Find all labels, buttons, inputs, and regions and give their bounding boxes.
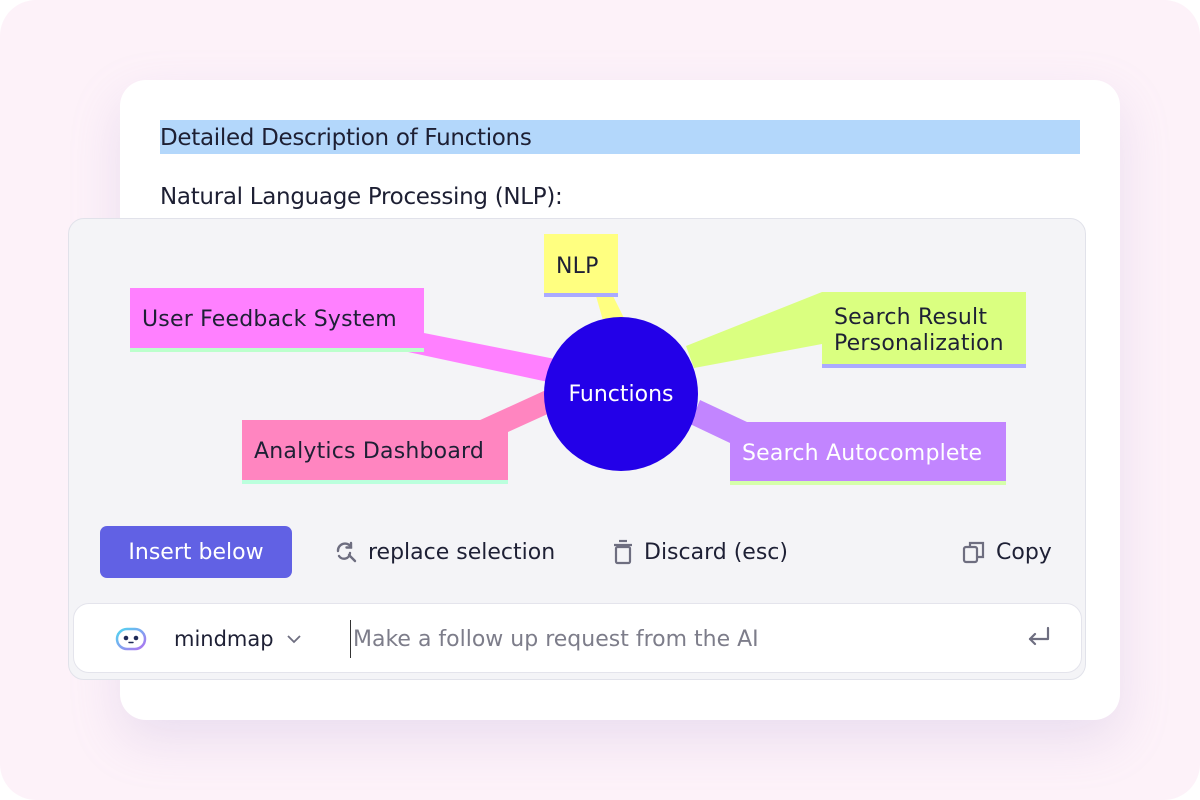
- node-label: Search Autocomplete: [742, 441, 983, 466]
- replace-search-icon: [336, 541, 357, 563]
- chevron-down-icon: [286, 635, 301, 644]
- center-node-label: Functions: [568, 381, 674, 407]
- replace-selection-button[interactable]: replace selection: [334, 526, 555, 578]
- node-label-line-2: Personalization: [834, 331, 1004, 356]
- copy-button[interactable]: Copy: [962, 526, 1052, 578]
- selected-heading[interactable]: Detailed Description of Functions: [160, 120, 1080, 154]
- node-label: User Feedback System: [142, 307, 397, 332]
- discard-label: Discard (esc): [644, 539, 788, 565]
- copy-icon: [962, 541, 985, 564]
- mindmap-node-analytics-dashboard[interactable]: Analytics Dashboard: [242, 420, 508, 484]
- node-label-line-1: Search Result: [834, 305, 988, 330]
- follow-up-prompt-input[interactable]: [350, 620, 975, 658]
- section-heading[interactable]: Natural Language Processing (NLP):: [160, 180, 563, 214]
- discard-button[interactable]: Discard (esc): [612, 526, 788, 578]
- mindmap-node-user-feedback-system[interactable]: User Feedback System: [130, 288, 424, 352]
- enter-submit-icon[interactable]: [1026, 626, 1052, 648]
- replace-selection-label: replace selection: [368, 539, 556, 565]
- trash-icon: [614, 539, 632, 565]
- mindmap-node-search-result-personalization[interactable]: Search Result Personalization: [822, 292, 1026, 368]
- copy-label: Copy: [996, 539, 1052, 565]
- mindmap-center-node[interactable]: Functions: [544, 317, 698, 471]
- node-label: Analytics Dashboard: [254, 439, 485, 464]
- mode-label: mindmap: [174, 627, 274, 651]
- mindmap-node-search-autocomplete[interactable]: Search Autocomplete: [730, 422, 1006, 485]
- insert-below-button[interactable]: Insert below: [100, 526, 292, 578]
- follow-up-input-bar: mindmap: [73, 603, 1082, 673]
- action-bar: Insert below replace selection Discard (…: [100, 526, 1060, 578]
- ai-bot-icon: [113, 627, 149, 653]
- mindmap-node-nlp[interactable]: NLP: [544, 234, 618, 297]
- node-label: NLP: [556, 254, 599, 279]
- mode-dropdown[interactable]: mindmap: [174, 604, 302, 674]
